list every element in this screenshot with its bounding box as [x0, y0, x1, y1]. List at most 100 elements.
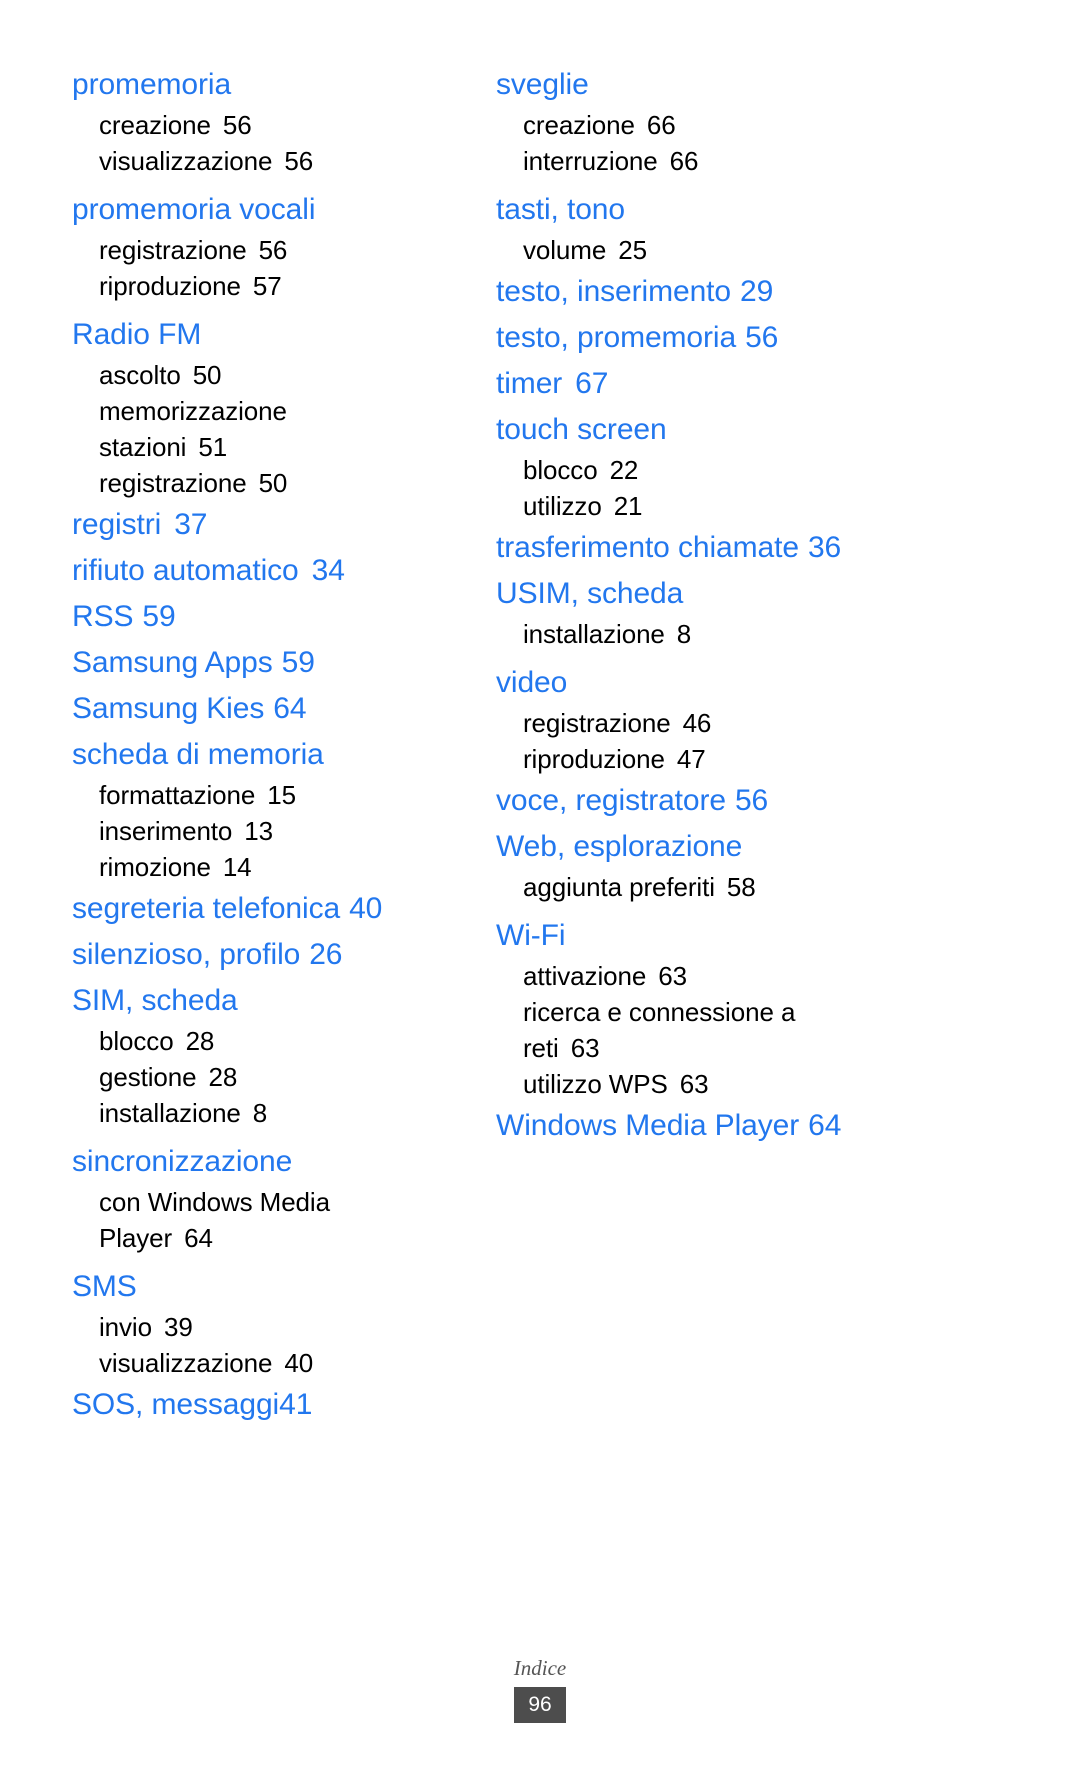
index-page-ref[interactable]: 59 [282, 646, 315, 679]
index-page-ref[interactable]: 64 [808, 1109, 841, 1142]
index-term[interactable]: timer 67 [496, 361, 888, 406]
index-subentry[interactable]: registrazione 50 [72, 465, 464, 501]
index-subentry[interactable]: memorizzazione stazioni 51 [72, 393, 399, 465]
index-subentry-page-ref[interactable]: 50 [259, 468, 288, 498]
index-term[interactable]: testo, promemoria 56 [496, 315, 888, 360]
index-subentry-page-ref[interactable]: 47 [677, 744, 706, 774]
index-subentry[interactable]: volume 25 [496, 232, 888, 268]
index-term[interactable]: sveglie [496, 62, 888, 107]
index-subentry-page-ref[interactable]: 14 [223, 852, 252, 882]
index-term[interactable]: Wi-Fi [496, 913, 888, 958]
index-subentry[interactable]: registrazione 56 [72, 232, 464, 268]
index-subentry-page-ref[interactable]: 63 [680, 1069, 709, 1099]
index-subentry-page-ref[interactable]: 25 [618, 235, 647, 265]
index-subentry-label: utilizzo [523, 491, 602, 521]
index-term[interactable]: RSS 59 [72, 594, 464, 639]
index-page-ref[interactable]: 34 [312, 554, 345, 587]
index-subentry[interactable]: inserimento 13 [72, 813, 464, 849]
index-subentry-page-ref[interactable]: 63 [571, 1033, 600, 1063]
index-subentry-page-ref[interactable]: 66 [670, 146, 699, 176]
index-subentry[interactable]: ascolto 50 [72, 357, 464, 393]
index-term[interactable]: Samsung Apps 59 [72, 640, 464, 685]
index-subentry[interactable]: installazione 8 [496, 616, 888, 652]
index-term[interactable]: Samsung Kies 64 [72, 686, 464, 731]
index-page-ref[interactable]: 67 [575, 367, 608, 400]
index-subentry-page-ref[interactable]: 50 [193, 360, 222, 390]
index-term[interactable]: promemoria vocali [72, 187, 464, 232]
index-page-ref[interactable]: 59 [142, 600, 175, 633]
index-term[interactable]: silenzioso, profilo 26 [72, 932, 464, 977]
index-subentry[interactable]: registrazione 46 [496, 705, 888, 741]
index-page-ref[interactable]: 37 [174, 508, 207, 541]
index-subentry-page-ref[interactable]: 64 [184, 1223, 213, 1253]
index-term[interactable]: SMS [72, 1264, 464, 1309]
index-subentry[interactable]: gestione 28 [72, 1059, 464, 1095]
index-subentry[interactable]: invio 39 [72, 1309, 464, 1345]
index-subentry[interactable]: blocco 28 [72, 1023, 464, 1059]
index-page-ref[interactable]: 41 [279, 1388, 312, 1421]
index-term[interactable]: SOS, messaggi41 [72, 1382, 464, 1427]
index-subentry-page-ref[interactable]: 46 [683, 708, 712, 738]
index-subentry-page-ref[interactable]: 40 [284, 1348, 313, 1378]
index-subentry[interactable]: attivazione 63 [496, 958, 888, 994]
index-subentry-page-ref[interactable]: 51 [198, 432, 227, 462]
index-subentry-page-ref[interactable]: 15 [267, 780, 296, 810]
index-term[interactable]: testo, inserimento 29 [496, 269, 888, 314]
index-term[interactable]: rifiuto automatico 34 [72, 548, 464, 593]
index-subentry[interactable]: aggiunta preferiti 58 [496, 869, 888, 905]
index-subentry[interactable]: ricerca e connessione a reti 63 [496, 994, 823, 1066]
index-term[interactable]: USIM, scheda [496, 571, 888, 616]
index-page-ref[interactable]: 36 [808, 531, 841, 564]
index-page-ref[interactable]: 40 [349, 892, 382, 925]
index-page-ref[interactable]: 56 [735, 784, 768, 817]
index-page-ref[interactable]: 26 [309, 938, 342, 971]
index-term[interactable]: Web, esplorazione [496, 824, 888, 869]
index-subentry-page-ref[interactable]: 56 [223, 110, 252, 140]
index-subentry[interactable]: utilizzo WPS 63 [496, 1066, 888, 1102]
index-subentry[interactable]: installazione 8 [72, 1095, 464, 1131]
index-subentry-page-ref[interactable]: 66 [647, 110, 676, 140]
index-term[interactable]: voce, registratore 56 [496, 778, 888, 823]
index-subentry-page-ref[interactable]: 8 [253, 1098, 267, 1128]
index-subentry-page-ref[interactable]: 56 [259, 235, 288, 265]
index-subentry-page-ref[interactable]: 39 [164, 1312, 193, 1342]
index-term[interactable]: SIM, scheda [72, 978, 464, 1023]
index-term[interactable]: tasti, tono [496, 187, 888, 232]
index-subentry[interactable]: riproduzione 57 [72, 268, 464, 304]
index-subentry[interactable]: formattazione 15 [72, 777, 464, 813]
index-subentry-page-ref[interactable]: 28 [186, 1026, 215, 1056]
index-term[interactable]: promemoria [72, 62, 464, 107]
index-term[interactable]: video [496, 660, 888, 705]
index-subentry[interactable]: interruzione 66 [496, 143, 888, 179]
index-term[interactable]: trasferimento chiamate 36 [496, 525, 888, 570]
index-page-ref[interactable]: 64 [273, 692, 306, 725]
index-subentry[interactable]: creazione 56 [72, 107, 464, 143]
index-term[interactable]: Windows Media Player 64 [496, 1103, 888, 1148]
index-subentry-page-ref[interactable]: 56 [284, 146, 313, 176]
index-subentry[interactable]: riproduzione 47 [496, 741, 888, 777]
index-page-ref[interactable]: 56 [745, 321, 778, 354]
index-subentry-page-ref[interactable]: 28 [209, 1062, 238, 1092]
index-subentry[interactable]: blocco 22 [496, 452, 888, 488]
index-term[interactable]: scheda di memoria [72, 732, 464, 777]
index-subentry-label: riproduzione [523, 744, 665, 774]
index-subentry-page-ref[interactable]: 21 [614, 491, 643, 521]
index-term[interactable]: registri 37 [72, 502, 464, 547]
index-page-ref[interactable]: 29 [740, 275, 773, 308]
index-subentry-page-ref[interactable]: 22 [610, 455, 639, 485]
index-subentry-page-ref[interactable]: 13 [244, 816, 273, 846]
index-subentry[interactable]: creazione 66 [496, 107, 888, 143]
index-term[interactable]: sincronizzazione [72, 1139, 464, 1184]
index-subentry-page-ref[interactable]: 8 [677, 619, 691, 649]
index-subentry[interactable]: utilizzo 21 [496, 488, 888, 524]
index-subentry[interactable]: rimozione 14 [72, 849, 464, 885]
index-term[interactable]: touch screen [496, 407, 888, 452]
index-term[interactable]: Radio FM [72, 312, 464, 357]
index-subentry-page-ref[interactable]: 58 [727, 872, 756, 902]
index-subentry[interactable]: visualizzazione 56 [72, 143, 464, 179]
index-subentry-page-ref[interactable]: 63 [658, 961, 687, 991]
index-term[interactable]: segreteria telefonica 40 [72, 886, 464, 931]
index-subentry[interactable]: con Windows Media Player 64 [72, 1184, 399, 1256]
index-subentry-page-ref[interactable]: 57 [253, 271, 282, 301]
index-subentry[interactable]: visualizzazione 40 [72, 1345, 464, 1381]
